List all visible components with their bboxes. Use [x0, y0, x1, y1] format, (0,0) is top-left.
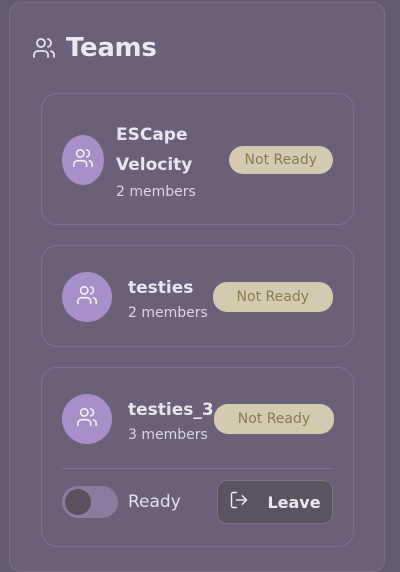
team-info: testies_3 3 members	[128, 395, 214, 443]
member-count: 2 members	[116, 184, 196, 200]
status-badge: Not Ready	[228, 146, 333, 174]
team-card-escape-velocity[interactable]: ESCape Velocity 2 members Not Ready	[41, 93, 354, 225]
ready-label: Ready	[128, 492, 181, 512]
team-info: ESCape Velocity 2 members	[116, 120, 229, 200]
leave-button[interactable]: Leave	[217, 480, 333, 524]
team-row: ESCape Velocity 2 members Not Ready	[62, 116, 333, 204]
team-info: testies 2 members	[128, 273, 213, 321]
team-card-testies-3[interactable]: testies_3 3 members Not Ready Ready Leav…	[41, 367, 354, 547]
users-icon	[32, 36, 56, 60]
teams-header: Teams	[32, 26, 157, 70]
team-name: testies_3	[128, 400, 214, 420]
team-row: testies 2 members Not Ready	[62, 271, 333, 323]
team-avatar	[62, 272, 112, 322]
team-name-line-2: Velocity	[116, 155, 193, 175]
ready-toggle[interactable]	[62, 486, 118, 518]
status-badge: Not Ready	[212, 282, 333, 312]
users-icon	[76, 284, 98, 310]
users-icon	[72, 147, 94, 173]
toggle-knob	[65, 489, 91, 515]
divider	[62, 468, 333, 469]
page-title: Teams	[66, 33, 157, 63]
users-icon	[76, 406, 98, 432]
member-count: 3 members	[128, 427, 208, 443]
team-avatar	[62, 394, 112, 444]
leave-label: Leave	[267, 492, 321, 512]
team-name-line-1: ESCape	[116, 125, 188, 145]
log-out-icon	[229, 490, 249, 514]
status-badge: Not Ready	[213, 404, 335, 434]
team-name: testies	[128, 278, 194, 298]
ready-toggle-group: Ready	[62, 486, 181, 518]
team-card-testies[interactable]: testies 2 members Not Ready	[41, 245, 354, 347]
team-avatar	[62, 135, 104, 185]
team-name: ESCape Velocity	[116, 120, 229, 180]
team-row: testies_3 3 members Not Ready	[62, 393, 335, 445]
member-count: 2 members	[128, 305, 208, 321]
